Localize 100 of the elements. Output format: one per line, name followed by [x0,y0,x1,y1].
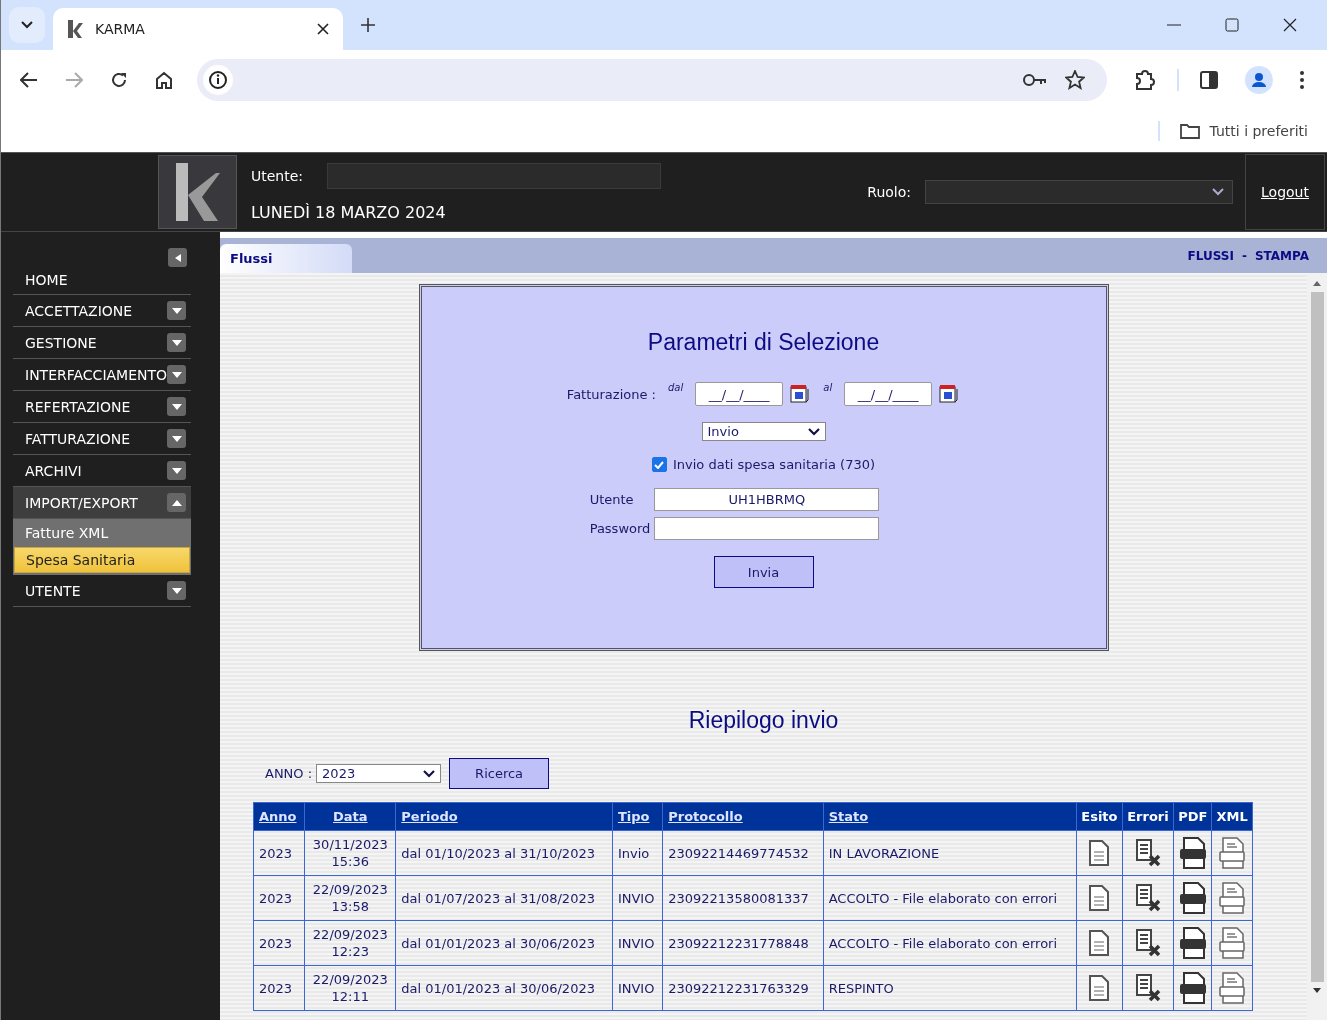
user-label: Utente: [251,167,304,184]
sidebar-item[interactable]: UTENTE [25,582,81,599]
expand-button[interactable] [167,365,186,384]
calendar-icon[interactable] [938,384,959,404]
column-header-link[interactable]: Stato [828,809,869,824]
column-header-link[interactable]: Periodo [401,809,458,824]
table-cell: 2023 [253,875,305,921]
pdf-file-icon[interactable] [1178,927,1207,959]
date-field[interactable]: __/__/____ [695,382,784,406]
profile-icon[interactable] [1245,66,1273,94]
column-header: PDF [1178,809,1208,824]
link-separator: - [1241,248,1247,263]
scrollbar[interactable] [1307,273,1327,1020]
password-field[interactable] [654,517,880,540]
section-title: Riepilogo invio [688,707,839,734]
year-select[interactable]: 2023 [316,764,442,783]
submenu-item[interactable]: Fatture XML [13,519,191,547]
user-field[interactable]: UH1HBRMQ [654,488,880,511]
caret-down-icon [171,371,182,378]
flussi-tab[interactable]: Flussi [220,244,352,273]
expand-button[interactable] [167,397,186,416]
expand-button[interactable] [167,493,186,512]
browser-tab[interactable]: KARMA [53,8,343,50]
xml-file-icon[interactable] [1218,972,1247,1004]
document-error-icon[interactable] [1134,884,1161,912]
table-cell: dal 01/07/2023 al 31/08/2023 [395,875,613,921]
menu-icon[interactable] [1300,71,1304,89]
table-cell: dal 01/10/2023 al 31/10/2023 [395,830,613,876]
chevron-down-icon [807,427,820,436]
column-header-link[interactable]: Data [333,809,368,824]
side-panel-icon[interactable] [1200,71,1218,89]
table-cell: 23092214469774532 [662,830,824,876]
expand-button[interactable] [167,301,186,320]
document-icon[interactable] [1088,975,1111,1001]
scroll-down-icon[interactable] [1313,988,1321,993]
document-icon[interactable] [1088,930,1111,956]
sidebar-item[interactable]: GESTIONE [25,334,97,351]
sidebar-item[interactable]: INTERFACCIAMENTO [25,366,168,383]
new-tab-icon[interactable] [361,18,375,32]
sidebar-item[interactable]: REFERTAZIONE [25,398,131,415]
submenu-item[interactable]: Spesa Sanitaria [14,547,190,573]
top-link[interactable]: FLUSSI [1187,248,1234,263]
send-button[interactable]: Invia [713,556,814,588]
sidebar-item[interactable]: ARCHIVI [25,462,82,479]
chevron-down-icon [1212,188,1224,196]
logout-link[interactable]: Logout [1261,184,1309,200]
close-icon[interactable] [1283,18,1297,32]
sidebar-item[interactable]: ACCETTAZIONE [25,302,133,319]
top-link[interactable]: STAMPA [1254,248,1309,263]
table-cell: dal 01/01/2023 al 30/06/2023 [395,965,613,1011]
folder-icon [1179,123,1200,139]
table-cell: ACCOLTO - File elaborato con errori [823,875,1077,921]
document-error-icon[interactable] [1134,974,1161,1002]
xml-file-icon[interactable] [1218,837,1247,869]
scroll-up-icon[interactable] [1313,281,1321,286]
caret-down-icon [171,467,182,474]
type-select[interactable]: Invio [701,422,826,441]
sidebar-item[interactable]: HOME [13,267,191,295]
expand-button[interactable] [167,461,186,480]
maximize-icon[interactable] [1225,18,1239,32]
table-cell: 23092213580081337 [662,875,824,921]
xml-file-icon[interactable] [1218,927,1247,959]
table-cell: 2023 [253,920,305,966]
bookmarks-folder[interactable]: Tutti i preferiti [1179,123,1308,139]
table-cell: 2023 [253,830,305,876]
collapse-sidebar-button[interactable] [168,248,187,267]
search-button[interactable]: Ricerca [449,758,550,789]
reload-icon[interactable] [110,71,128,89]
column-header: Errori [1127,809,1169,824]
document-error-icon[interactable] [1134,839,1161,867]
table-cell: 23092212231763329 [662,965,824,1011]
checkbox[interactable] [651,457,667,472]
k-logo-icon [67,20,83,38]
user-field[interactable] [327,162,662,189]
tab-search-button[interactable] [9,7,45,43]
pdf-file-icon[interactable] [1178,882,1207,914]
panel-title: Parametri di Selezione [647,329,880,356]
star-icon[interactable] [1065,70,1085,90]
expand-button[interactable] [167,429,186,448]
caret-up-icon [171,499,182,506]
document-icon[interactable] [1088,885,1111,911]
pdf-file-icon[interactable] [1178,837,1207,869]
expand-button[interactable] [167,333,186,352]
table-cell: INVIO [612,875,663,921]
extension-icon[interactable] [1134,69,1156,91]
document-error-icon[interactable] [1134,929,1161,957]
date-field[interactable]: __/__/____ [844,382,933,406]
info-icon[interactable] [203,65,233,95]
document-icon[interactable] [1088,840,1111,866]
sidebar-item[interactable]: FATTURAZIONE [25,430,131,447]
calendar-icon[interactable] [789,384,810,404]
xml-file-icon[interactable] [1218,882,1247,914]
key-icon[interactable] [1023,73,1047,87]
close-icon[interactable] [317,23,329,35]
expand-button[interactable] [167,581,186,600]
role-label: Ruolo: [867,184,911,200]
home-icon[interactable] [155,71,173,89]
back-icon[interactable] [20,72,38,88]
pdf-file-icon[interactable] [1178,972,1207,1004]
table-cell: dal 01/01/2023 al 30/06/2023 [395,920,613,966]
